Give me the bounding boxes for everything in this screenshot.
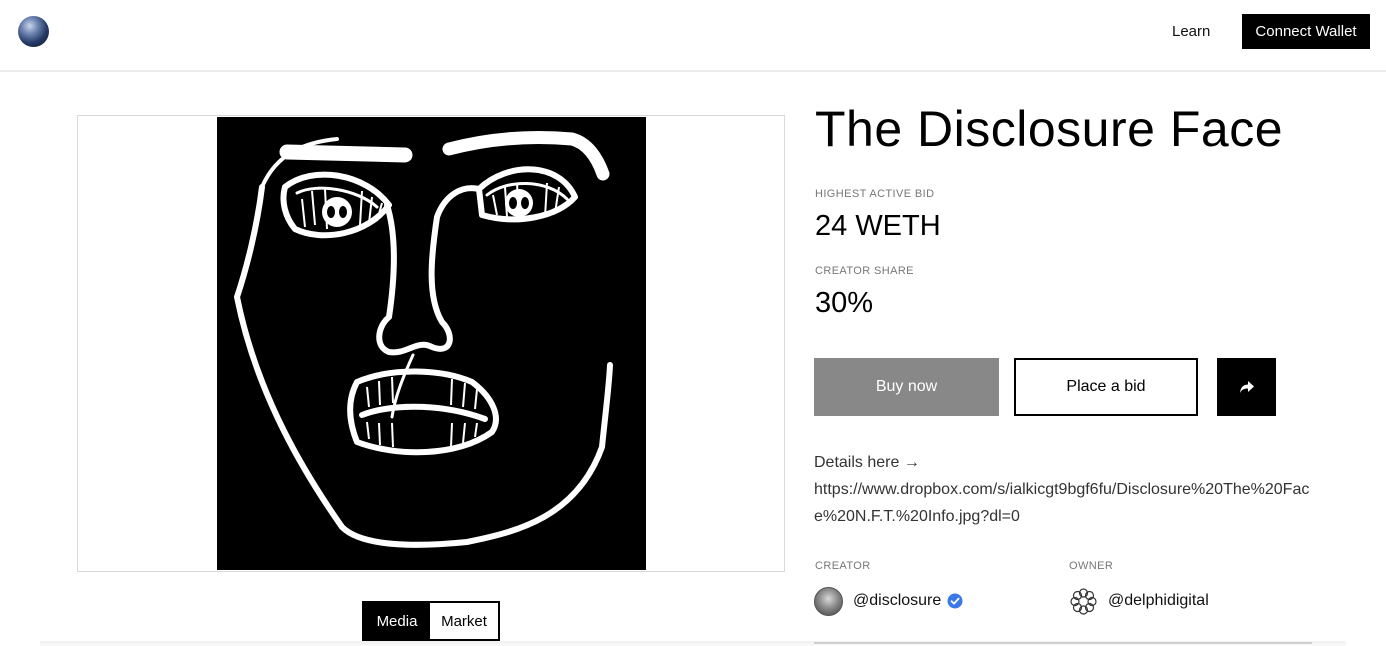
globe-logo-icon[interactable]: [18, 16, 49, 47]
creator-avatar: [814, 586, 843, 616]
share-button[interactable]: [1217, 358, 1276, 416]
place-bid-button[interactable]: Place a bid: [1014, 358, 1198, 416]
tab-market[interactable]: Market: [430, 603, 498, 639]
artwork-image: [217, 117, 646, 570]
owner-avatar-icon: [1070, 587, 1097, 615]
media-market-toggle: Media Market: [362, 601, 500, 641]
face-line-art: [234, 130, 613, 548]
media-frame: [77, 115, 785, 572]
share-arrow-icon: [1239, 381, 1254, 393]
learn-link[interactable]: Learn: [1172, 22, 1210, 42]
creator-handle[interactable]: @disclosure: [853, 592, 941, 610]
verified-badge-icon: [947, 593, 963, 609]
buy-now-button[interactable]: Buy now: [814, 358, 999, 416]
highest-bid-value: 24 WETH: [815, 210, 941, 242]
creator-label: CREATOR: [815, 560, 871, 572]
owner-label: OWNER: [1069, 560, 1114, 572]
details-prefix: Details here →: [814, 454, 920, 471]
owner-profile[interactable]: @delphidigital: [1069, 586, 1209, 616]
nft-title: The Disclosure Face: [815, 101, 1283, 157]
details-link[interactable]: https://www.dropbox.com/s/ialkicgt9bgf6f…: [814, 476, 1324, 530]
creator-profile[interactable]: @disclosure: [814, 586, 963, 616]
details-text: Details here → https://www.dropbox.com/s…: [814, 449, 1324, 530]
highest-bid-label: HIGHEST ACTIVE BID: [815, 188, 935, 200]
creator-share-value: 30%: [815, 287, 874, 319]
owner-handle[interactable]: @delphidigital: [1108, 592, 1209, 610]
creator-share-label: CREATOR SHARE: [815, 265, 914, 277]
bottom-divider: [814, 642, 1312, 644]
tab-media[interactable]: Media: [364, 603, 430, 639]
top-navbar: Learn Connect Wallet: [0, 0, 1386, 72]
connect-wallet-button[interactable]: Connect Wallet: [1242, 14, 1370, 49]
